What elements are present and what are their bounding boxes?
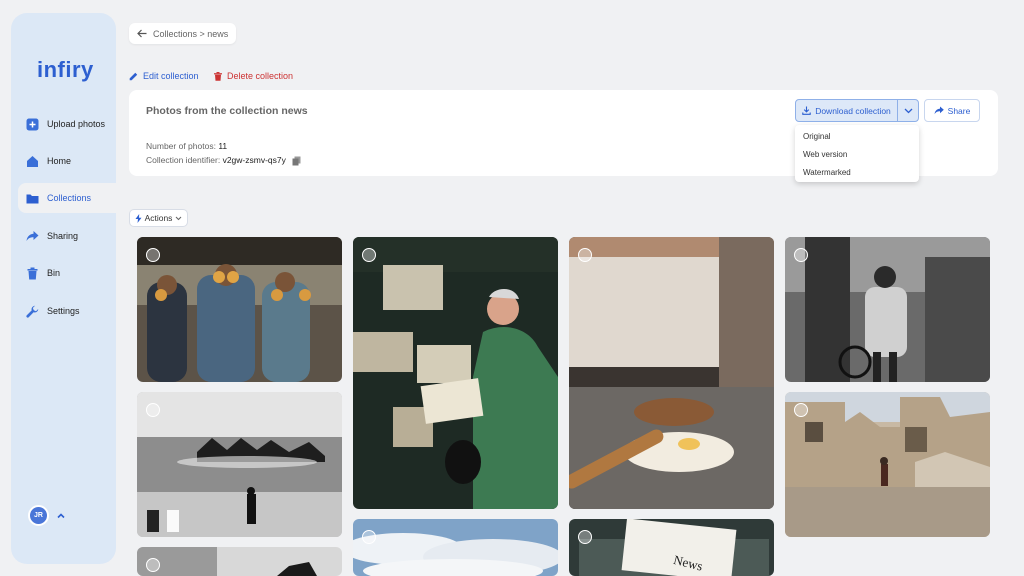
photo-count-value: 11: [218, 141, 228, 151]
sidebar-item-settings[interactable]: Settings: [11, 296, 116, 326]
folder-icon: [26, 192, 39, 205]
sidebar-item-sharing[interactable]: Sharing: [11, 221, 116, 251]
chevron-up-icon[interactable]: [56, 511, 66, 521]
avatar[interactable]: JR: [28, 505, 49, 526]
share-label: Share: [947, 105, 971, 116]
photo-sky: [353, 519, 558, 576]
share-arrow-icon: [934, 106, 944, 115]
collection-identifier-row: Collection identifier: v2gw-zsmv-qs7y: [146, 155, 301, 166]
download-option-web-version[interactable]: Web version: [795, 146, 919, 164]
sidebar-item-label: Home: [47, 156, 72, 166]
photo-select-checkbox[interactable]: [146, 403, 160, 417]
photo-bakers: [137, 237, 342, 382]
photo-card[interactable]: [137, 547, 342, 576]
photo-bw-partial: [137, 547, 342, 576]
photo-select-checkbox[interactable]: [146, 248, 160, 262]
photo-card[interactable]: [785, 392, 990, 537]
lightning-icon: [135, 213, 142, 223]
plus-square-icon: [26, 118, 39, 131]
photo-select-checkbox[interactable]: [794, 403, 808, 417]
share-arrow-icon: [26, 230, 39, 243]
actions-label: Actions: [144, 213, 173, 223]
photo-card[interactable]: [137, 392, 342, 537]
edit-collection-label: Edit collection: [143, 71, 199, 81]
breadcrumb[interactable]: Collections > news: [129, 23, 237, 44]
sidebar-item-collections[interactable]: Collections: [18, 183, 116, 213]
sidebar-item-label: Bin: [47, 268, 61, 278]
download-collection-label: Download collection: [815, 105, 891, 116]
photo-card[interactable]: [353, 237, 558, 509]
download-option-watermarked[interactable]: Watermarked: [795, 164, 919, 182]
edit-collection-link[interactable]: Edit collection: [129, 71, 199, 81]
photo-horse-race: [137, 392, 342, 537]
download-options-menu: Original Web version Watermarked: [795, 125, 919, 182]
back-arrow-icon[interactable]: [137, 29, 147, 38]
sidebar-item-label: Settings: [47, 306, 80, 316]
share-button[interactable]: Share: [924, 99, 980, 122]
photo-card[interactable]: [353, 519, 558, 576]
collection-identifier-label: Collection identifier:: [146, 155, 221, 165]
sidebar-item-label: Upload photos: [47, 119, 106, 129]
download-collection-button[interactable]: Download collection: [795, 99, 898, 122]
sidebar-item-label: Collections: [47, 193, 92, 203]
home-icon: [26, 155, 39, 168]
delete-collection-label: Delete collection: [227, 71, 294, 81]
photo-card[interactable]: [137, 237, 342, 382]
sidebar-item-home[interactable]: Home: [11, 146, 116, 176]
trash-icon: [214, 71, 222, 81]
photo-typewriter: News: [569, 519, 774, 576]
photo-count-label: Number of photos:: [146, 141, 216, 151]
photo-flour: [569, 237, 774, 509]
sidebar: infiry Upload photos Home Collections Sh…: [11, 13, 116, 564]
photo-newsstand: [353, 237, 558, 509]
delete-collection-link[interactable]: Delete collection: [214, 71, 293, 81]
download-options-toggle[interactable]: [897, 99, 919, 122]
photo-card[interactable]: [785, 237, 990, 382]
photo-card[interactable]: News: [569, 519, 774, 576]
pencil-icon: [129, 72, 138, 80]
download-option-original[interactable]: Original: [795, 128, 919, 146]
sidebar-item-bin[interactable]: Bin: [11, 258, 116, 288]
collection-identifier-value: v2gw-zsmv-qs7y: [222, 155, 286, 165]
page-title: Photos from the collection news: [146, 105, 308, 117]
actions-dropdown[interactable]: Actions: [129, 209, 188, 227]
photo-card[interactable]: [569, 237, 774, 509]
photo-select-checkbox[interactable]: [794, 248, 808, 262]
chevron-down-icon: [904, 108, 912, 113]
photo-select-checkbox[interactable]: [578, 530, 592, 544]
photo-ruins: [785, 392, 990, 537]
sidebar-item-upload-photos[interactable]: Upload photos: [11, 109, 116, 139]
download-icon: [802, 106, 811, 115]
breadcrumb-text: Collections > news: [153, 28, 229, 39]
trash-icon: [26, 267, 39, 280]
wrench-icon: [26, 305, 39, 318]
chevron-down-icon: [176, 216, 182, 220]
copy-icon[interactable]: [292, 156, 301, 166]
photo-select-checkbox[interactable]: [146, 558, 160, 572]
photo-count-row: Number of photos: 11: [146, 141, 227, 151]
photo-select-checkbox[interactable]: [362, 248, 376, 262]
photo-select-checkbox[interactable]: [362, 530, 376, 544]
app-logo[interactable]: infiry: [37, 57, 94, 83]
photo-bicycle-man: [785, 237, 990, 382]
sidebar-item-label: Sharing: [47, 231, 79, 241]
photo-select-checkbox[interactable]: [578, 248, 592, 262]
